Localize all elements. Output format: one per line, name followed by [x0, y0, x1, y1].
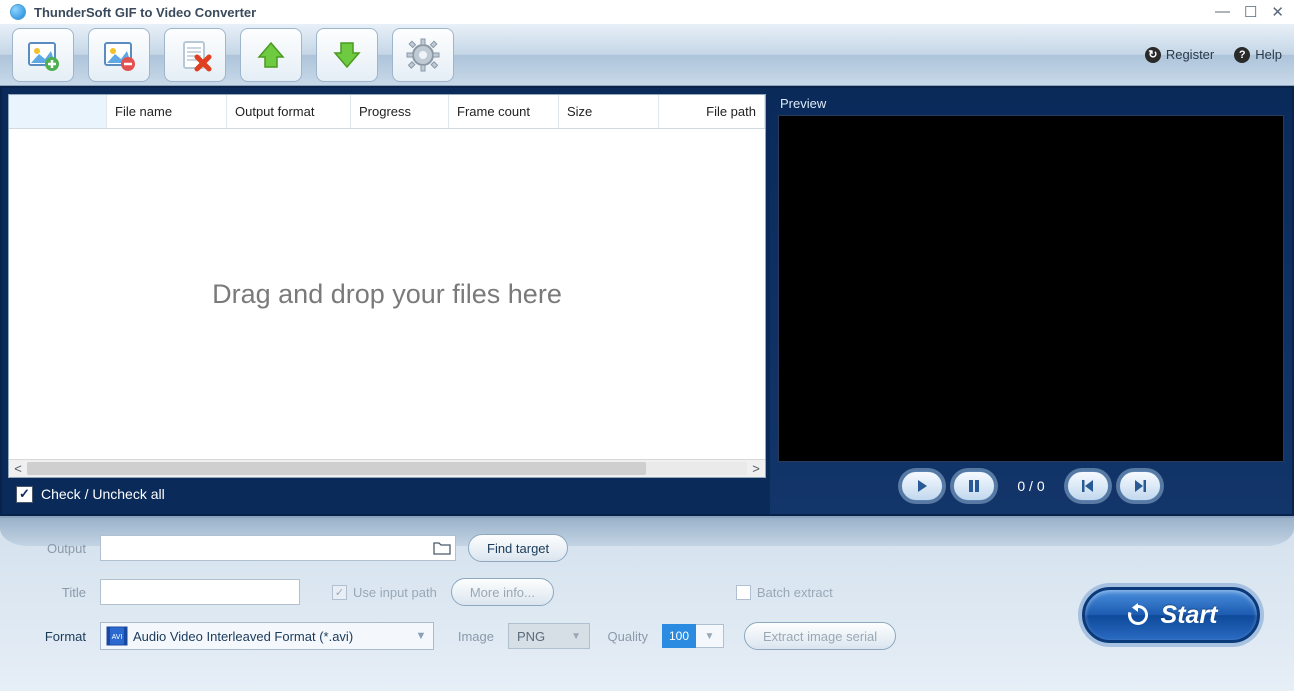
preview-pane: Preview 0 / 0	[770, 86, 1294, 516]
minimize-button[interactable]: —	[1215, 3, 1230, 21]
more-info-button[interactable]: More info...	[451, 578, 554, 606]
arrow-down-icon	[329, 37, 365, 73]
table-header: File name Output format Progress Frame c…	[9, 95, 765, 129]
horizontal-scrollbar[interactable]: < >	[9, 459, 765, 477]
maximize-button[interactable]: ☐	[1244, 3, 1257, 21]
preview-label: Preview	[780, 96, 1284, 111]
window-controls: — ☐ ✕	[1215, 3, 1284, 21]
titlebar: ThunderSoft GIF to Video Converter — ☐ ✕	[0, 0, 1294, 24]
help-icon: ?	[1234, 47, 1250, 63]
register-label: Register	[1166, 47, 1214, 62]
file-list-pane: File name Output format Progress Frame c…	[0, 86, 770, 516]
settings-panel: Output Find target Title ✓ Use input pat…	[0, 516, 1294, 691]
add-image-icon	[25, 37, 61, 73]
help-label: Help	[1255, 47, 1282, 62]
move-up-button[interactable]	[240, 28, 302, 82]
add-file-button[interactable]	[12, 28, 74, 82]
next-icon	[1133, 479, 1147, 493]
col-output-format[interactable]: Output format	[227, 95, 351, 128]
quality-select[interactable]: 100 ▼	[662, 624, 724, 648]
extract-serial-button[interactable]: Extract image serial	[744, 622, 896, 650]
quality-label: Quality	[596, 629, 648, 644]
quality-value: 100	[662, 624, 696, 648]
chevron-down-icon[interactable]: ▼	[696, 624, 724, 648]
output-path-input[interactable]	[100, 535, 456, 561]
remove-file-button[interactable]	[88, 28, 150, 82]
gear-icon	[405, 37, 441, 73]
browse-output-button[interactable]	[430, 537, 454, 559]
register-icon: ↻	[1145, 47, 1161, 63]
close-button[interactable]: ✕	[1271, 3, 1284, 21]
pause-icon	[967, 479, 981, 493]
play-icon	[915, 479, 929, 493]
move-down-button[interactable]	[316, 28, 378, 82]
check-all-checkbox[interactable]: ✓	[16, 486, 33, 503]
col-frame-count[interactable]: Frame count	[449, 95, 559, 128]
file-table[interactable]: File name Output format Progress Frame c…	[8, 94, 766, 478]
chevron-down-icon: ▼	[571, 631, 581, 642]
image-label: Image	[444, 629, 494, 644]
prev-icon	[1081, 479, 1095, 493]
col-checkbox[interactable]	[9, 95, 107, 128]
chevron-down-icon: ▼	[409, 630, 433, 642]
pause-button[interactable]	[953, 471, 995, 501]
remove-image-icon	[101, 37, 137, 73]
col-progress[interactable]: Progress	[351, 95, 449, 128]
delete-list-icon	[177, 37, 213, 73]
check-all-label: Check / Uncheck all	[41, 486, 165, 502]
batch-extract-box[interactable]	[736, 585, 751, 600]
app-icon	[10, 4, 26, 20]
batch-extract-checkbox[interactable]: Batch extract	[736, 585, 833, 600]
col-filename[interactable]: File name	[107, 95, 227, 128]
app-title: ThunderSoft GIF to Video Converter	[34, 5, 256, 20]
title-label: Title	[28, 585, 86, 600]
use-input-path-box[interactable]: ✓	[332, 585, 347, 600]
preview-viewport	[778, 115, 1284, 462]
scroll-right-icon[interactable]: >	[747, 461, 765, 476]
use-input-path-label: Use input path	[353, 585, 437, 600]
format-value: Audio Video Interleaved Format (*.avi)	[133, 629, 409, 644]
check-all-row[interactable]: ✓ Check / Uncheck all	[8, 478, 766, 510]
next-frame-button[interactable]	[1119, 471, 1161, 501]
frame-counter: 0 / 0	[1017, 478, 1044, 494]
arrow-up-icon	[253, 37, 289, 73]
help-link[interactable]: ? Help	[1234, 47, 1282, 63]
col-file-path[interactable]: File path	[659, 95, 765, 128]
col-size[interactable]: Size	[559, 95, 659, 128]
play-button[interactable]	[901, 471, 943, 501]
format-select[interactable]: AVI Audio Video Interleaved Format (*.av…	[100, 622, 434, 650]
register-link[interactable]: ↻ Register	[1145, 47, 1214, 63]
image-format-select[interactable]: PNG ▼	[508, 623, 590, 649]
remove-all-button[interactable]	[164, 28, 226, 82]
use-input-path-checkbox[interactable]: ✓ Use input path	[332, 585, 437, 600]
drop-zone[interactable]: Drag and drop your files here	[9, 129, 765, 459]
folder-icon	[433, 541, 451, 555]
scroll-track[interactable]	[27, 462, 747, 475]
format-label: Format	[28, 629, 86, 644]
scroll-thumb[interactable]	[27, 462, 646, 475]
title-input[interactable]	[100, 579, 300, 605]
batch-extract-label: Batch extract	[757, 585, 833, 600]
scroll-left-icon[interactable]: <	[9, 461, 27, 476]
avi-icon: AVI	[101, 626, 133, 646]
playback-controls: 0 / 0	[778, 462, 1284, 510]
settings-button[interactable]	[392, 28, 454, 82]
toolbar: ↻ Register ? Help	[0, 24, 1294, 86]
svg-text:AVI: AVI	[112, 634, 123, 641]
prev-frame-button[interactable]	[1067, 471, 1109, 501]
image-format-value: PNG	[517, 629, 545, 644]
output-label: Output	[28, 541, 86, 556]
find-target-button[interactable]: Find target	[468, 534, 568, 562]
